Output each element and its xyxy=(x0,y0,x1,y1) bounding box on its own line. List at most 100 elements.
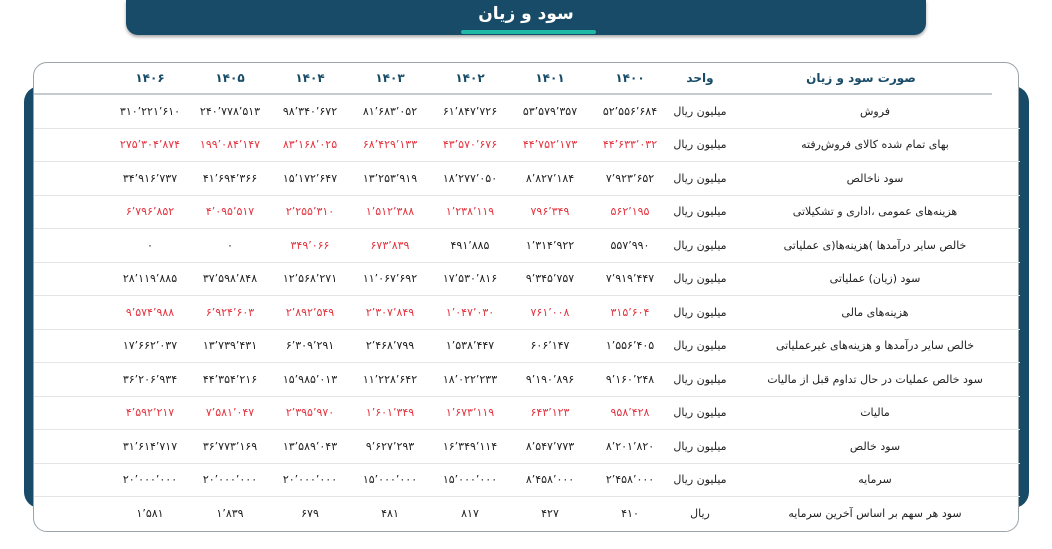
table-row: فروش میلیون ریال ۵۲٬۵۵۶٬۶۸۴ ۵۳٬۵۷۹٬۳۵۷ ۶۱٬۸۴… xyxy=(34,95,1020,129)
row-value: ۶٬۷۹۶٬۸۵۲ xyxy=(125,205,175,219)
row-value: ۱۱٬۲۲۸٬۶۴۲ xyxy=(362,372,418,386)
row-value: ۹۵۸٬۴۲۸ xyxy=(610,406,650,420)
column-header-unit: واحد xyxy=(686,71,714,85)
row-value: ۱۷٬۵۳۰٬۸۱۶ xyxy=(442,272,498,286)
row-value: ۲۷۵٬۳۰۴٬۸۷۴ xyxy=(119,138,181,152)
row-value: ۳۶٬۲۰۶٬۹۳۴ xyxy=(122,372,178,386)
column-header-year: ۱۴۰۶ xyxy=(135,71,165,85)
table-row: سود هر سهم بر اساس آخرین سرمایه ریال ۴۱۰ ۴۲… xyxy=(34,497,1020,531)
table-row: بهای تمام شده کالای فروش‌رفته میلیون ریال… xyxy=(34,129,1020,162)
table-row: مالیات میلیون ریال ۹۵۸٬۴۲۸ ۶۴۳٬۱۲۳ ۱٬۶۷۳٬۱۱۹… xyxy=(34,397,1020,430)
row-value: ۴۲۷ xyxy=(541,507,559,521)
row-value: ۱٬۵۳۸٬۴۴۷ xyxy=(445,339,495,353)
row-value: ۲٬۴۵۸٬۰۰۰ xyxy=(605,473,655,487)
row-value: ۴٬۵۹۲٬۲۱۷ xyxy=(125,406,175,420)
row-value: ۰ xyxy=(147,238,153,252)
row-value: ۶۴۳٬۱۲۳ xyxy=(530,406,570,420)
row-value: ۲۰٬۰۰۰٬۰۰۰ xyxy=(202,473,258,487)
row-value: ۶٬۹۲۴٬۶۰۳ xyxy=(205,305,255,319)
column-header-year: ۱۴۰۵ xyxy=(215,71,245,85)
row-value: ۲۰٬۰۰۰٬۰۰۰ xyxy=(282,473,338,487)
title-underline xyxy=(461,30,596,34)
row-value: ۶۰۶٬۱۴۷ xyxy=(530,339,570,353)
row-value: ۵۳٬۵۷۹٬۳۵۷ xyxy=(522,104,578,118)
row-value: ۸٬۲۰۱٬۸۲۰ xyxy=(605,439,655,453)
row-value: ۱٬۰۴۷٬۰۳۰ xyxy=(445,305,495,319)
row-value: ۱۵٬۱۷۲٬۶۴۷ xyxy=(282,171,338,185)
row-value: ۴۹۱٬۸۸۵ xyxy=(450,238,490,252)
row-value: ۲٬۳۰۷٬۸۴۹ xyxy=(365,305,415,319)
row-unit: میلیون ریال xyxy=(673,272,727,286)
row-value: ۹٬۵۷۴٬۹۸۸ xyxy=(125,305,175,319)
table-row: سود ناخالص میلیون ریال ۷٬۹۲۳٬۶۵۲ ۸٬۸۲۷٬۱۸۴ ۱… xyxy=(34,162,1020,196)
row-value: ۵۲٬۵۵۶٬۶۸۴ xyxy=(602,104,658,118)
row-value: ۷٬۹۲۳٬۶۵۲ xyxy=(605,171,655,185)
row-value: ۶۸٬۴۲۹٬۱۳۳ xyxy=(362,138,418,152)
row-value: ۳۴۹٬۰۶۶ xyxy=(290,238,330,252)
column-header-year: ۱۴۰۱ xyxy=(535,71,565,85)
row-value: ۴۴٬۶۳۳٬۰۳۲ xyxy=(602,138,658,152)
row-value: ۴۸۱ xyxy=(381,507,399,521)
row-label: هزینه‌های عمومی ،اداری و تشکیلاتی xyxy=(792,205,958,219)
row-value: ۲۴۰٬۷۷۸٬۵۱۳ xyxy=(199,104,261,118)
row-value: ۷۹۶٬۳۴۹ xyxy=(530,205,570,219)
row-label: سود (زیان) عملیاتی xyxy=(829,272,921,286)
row-unit: میلیون ریال xyxy=(673,473,727,487)
row-value: ۷٬۵۸۱٬۰۴۷ xyxy=(205,406,255,420)
row-unit: میلیون ریال xyxy=(673,138,727,152)
row-value: ۴۱٬۶۹۴٬۳۶۶ xyxy=(202,171,258,185)
table-row: خالص سایر درآمدها و هزینه‌های غیرعملیاتی… xyxy=(34,330,1020,363)
row-value: ۱٬۳۱۴٬۹۲۲ xyxy=(525,238,575,252)
table-row: سود خالص میلیون ریال ۸٬۲۰۱٬۸۲۰ ۸٬۵۴۷٬۷۷۳ ۱۶٬… xyxy=(34,430,1020,464)
row-value: ۱۵٬۰۰۰٬۰۰۰ xyxy=(362,473,418,487)
row-unit: میلیون ریال xyxy=(673,305,727,319)
row-value: ۱۳٬۵۸۹٬۰۴۳ xyxy=(282,439,338,453)
row-value: ۱٬۶۰۱٬۳۴۹ xyxy=(365,406,415,420)
row-value: ۷۶۱٬۰۰۸ xyxy=(530,305,570,319)
row-value: ۶۱٬۸۴۷٬۷۲۶ xyxy=(442,104,498,118)
row-value: ۲۰٬۰۰۰٬۰۰۰ xyxy=(122,473,178,487)
row-value: ۶۷۳٬۸۳۹ xyxy=(370,238,410,252)
row-label: سود هر سهم بر اساس آخرین سرمایه xyxy=(788,507,962,521)
row-value: ۲٬۳۹۵٬۹۷۰ xyxy=(285,406,335,420)
table-row: هزینه‌های مالی میلیون ریال ۳۱۵٬۶۰۴ ۷۶۱٬۰۰۸ ۱… xyxy=(34,296,1020,330)
row-value: ۱٬۵۸۱ xyxy=(136,507,164,521)
row-value: ۳۱۰٬۲۲۱٬۶۱۰ xyxy=(119,104,181,118)
row-value: ۱٬۸۳۹ xyxy=(216,507,244,521)
row-label: بهای تمام شده کالای فروش‌رفته xyxy=(801,138,949,152)
income-statement-table: صورت سود و زیان واحد ۱۴۰۰ ۱۴۰۱ ۱۴۰۲ ۱۴۰۳… xyxy=(34,63,1020,531)
row-unit: میلیون ریال xyxy=(673,439,727,453)
row-value: ۱۲٬۵۶۸٬۲۷۱ xyxy=(282,272,338,286)
row-value: ۹٬۳۴۵٬۷۵۷ xyxy=(525,272,575,286)
table-row: سرمایه میلیون ریال ۲٬۴۵۸٬۰۰۰ ۸٬۴۵۸٬۰۰۰ ۱۵٬۰۰… xyxy=(34,464,1020,497)
row-value: ۱۵٬۹۸۵٬۰۱۳ xyxy=(282,372,338,386)
row-label: هزینه‌های مالی xyxy=(841,305,909,319)
row-unit: میلیون ریال xyxy=(673,372,727,386)
row-value: ۳۱٬۶۱۴٬۷۱۷ xyxy=(122,439,178,453)
row-value: ۹۸٬۳۴۰٬۶۷۲ xyxy=(282,104,338,118)
row-value: ۱٬۵۵۶٬۴۰۵ xyxy=(605,339,655,353)
row-unit: میلیون ریال xyxy=(673,104,727,118)
row-value: ۸٬۸۲۷٬۱۸۴ xyxy=(525,171,575,185)
income-statement-card: صورت سود و زیان واحد ۱۴۰۰ ۱۴۰۱ ۱۴۰۲ ۱۴۰۳… xyxy=(33,62,1020,532)
row-value: ۵۵۷٬۹۹۰ xyxy=(610,238,650,252)
page: سود و زیان صورت سود و زیان واحد ۱۴۰۰ ۱۴۰… xyxy=(0,0,1052,549)
row-label: سود ناخالص xyxy=(846,171,904,185)
row-value: ۱۳٬۲۵۳٬۹۱۹ xyxy=(362,171,418,185)
row-value: ۴۱۰ xyxy=(621,507,639,521)
column-header-year: ۱۴۰۰ xyxy=(615,71,645,85)
table-row: سود خالص عملیات در حال تداوم قبل از مالی… xyxy=(34,363,1020,397)
column-header-label: صورت سود و زیان xyxy=(806,71,916,85)
row-value: ۴۳٬۵۷۰٬۶۷۶ xyxy=(442,138,498,152)
column-header-year: ۱۴۰۳ xyxy=(375,71,405,85)
row-value: ۱۳٬۷۳۹٬۴۳۱ xyxy=(202,339,258,353)
row-value: ۱٬۶۷۳٬۱۱۹ xyxy=(445,406,495,420)
row-value: ۴۴٬۳۵۴٬۲۱۶ xyxy=(202,372,258,386)
row-value: ۸٬۵۴۷٬۷۷۳ xyxy=(525,439,575,453)
row-label: سود خالص xyxy=(849,439,901,453)
row-value: ۱۶٬۳۴۹٬۱۱۴ xyxy=(442,439,498,453)
row-value: ۶۷۹ xyxy=(301,507,319,521)
section-title: سود و زیان xyxy=(478,4,574,24)
row-value: ۰ xyxy=(227,238,233,252)
row-unit: میلیون ریال xyxy=(673,171,727,185)
